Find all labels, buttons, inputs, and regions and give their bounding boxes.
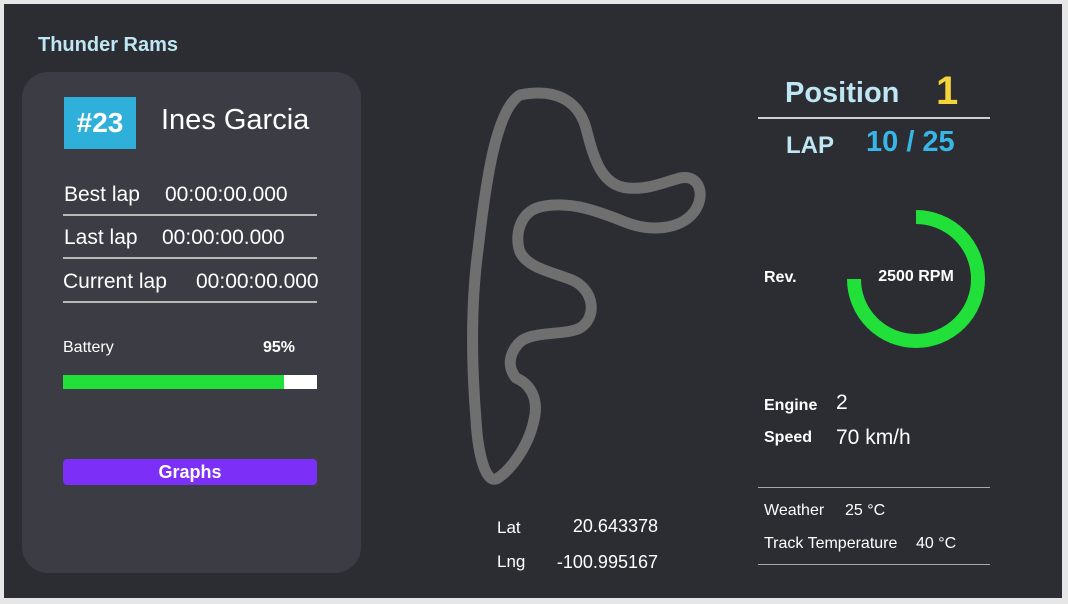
- lng-value: -100.995167: [556, 552, 658, 572]
- position-value: 1: [936, 69, 959, 113]
- last-lap-value: 00:00:00.000: [162, 226, 285, 249]
- lng-label: Lng: [497, 552, 526, 571]
- battery-label: Battery: [63, 339, 114, 356]
- graphs-button[interactable]: Graphs: [63, 459, 317, 485]
- position-divider: [758, 117, 990, 119]
- environment-top-divider: [758, 487, 990, 488]
- last-lap-row: Last lap 00:00:00.000: [63, 219, 317, 259]
- driver-name: Ines Garcia: [161, 104, 310, 136]
- speed-value: 70 km/h: [836, 426, 911, 449]
- battery-fill: [63, 375, 284, 389]
- battery-value: 95%: [263, 339, 296, 356]
- environment-bottom-divider: [758, 564, 990, 565]
- best-lap-row: Best lap 00:00:00.000: [63, 176, 317, 216]
- weather-value: 25 °C: [845, 502, 886, 519]
- lap-label: LAP: [786, 132, 834, 159]
- car-number-badge: #23: [64, 97, 136, 149]
- best-lap-value: 00:00:00.000: [165, 183, 288, 206]
- track-temperature-value: 40 °C: [916, 535, 957, 552]
- engine-value: 2: [836, 391, 848, 414]
- track-outline: [467, 87, 706, 485]
- speed-label: Speed: [764, 429, 813, 446]
- lat-value: 20.643378: [572, 516, 658, 536]
- last-lap-label: Last lap: [64, 226, 138, 249]
- current-lap-row: Current lap 00:00:00.000: [63, 263, 319, 303]
- position-label: Position: [785, 77, 900, 109]
- lap-value: 10 / 25: [866, 126, 955, 158]
- engine-label: Engine: [764, 397, 818, 414]
- battery-bar: [63, 375, 317, 389]
- rpm-value: 2500 RPM: [878, 268, 954, 285]
- team-name: Thunder Rams: [38, 34, 179, 56]
- track-map-icon: [467, 87, 706, 485]
- rev-label: Rev.: [764, 269, 797, 286]
- current-lap-value: 00:00:00.000: [196, 270, 319, 293]
- weather-label: Weather: [764, 502, 825, 519]
- lat-label: Lat: [497, 518, 521, 537]
- best-lap-label: Best lap: [64, 183, 140, 206]
- track-temperature-label: Track Temperature: [764, 535, 898, 552]
- current-lap-label: Current lap: [63, 270, 167, 293]
